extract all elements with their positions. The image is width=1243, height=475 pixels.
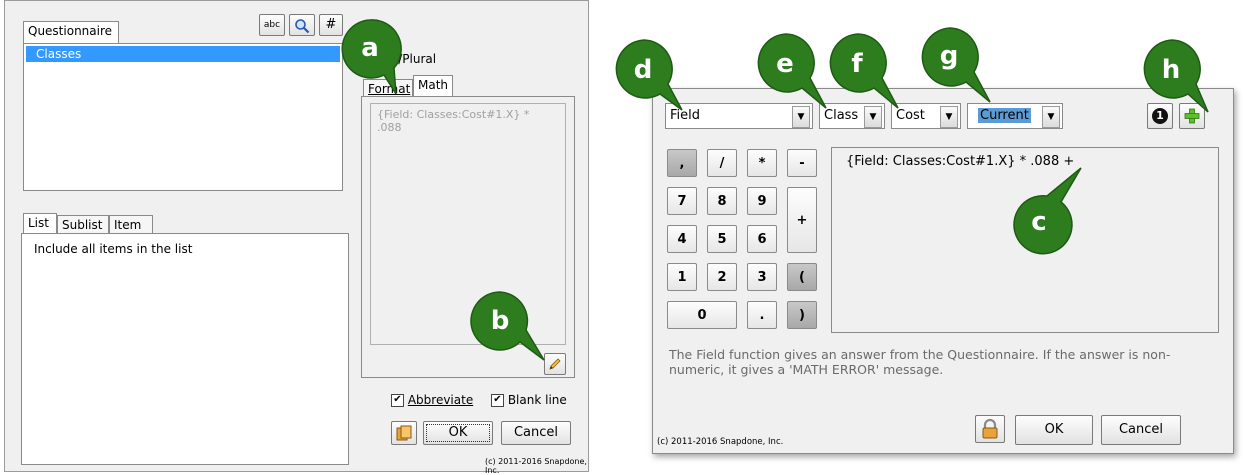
key-5[interactable]: 5 — [707, 225, 737, 253]
copy-button[interactable] — [391, 421, 417, 445]
svg-text:c: c — [1031, 207, 1046, 237]
key-close-paren[interactable]: ) — [787, 301, 817, 329]
help-text: The Field function gives an answer from … — [669, 347, 1171, 377]
key-2[interactable]: 2 — [707, 263, 737, 291]
key-minus[interactable]: - — [787, 149, 817, 177]
tab-label: Questionnaire — [28, 24, 113, 38]
svg-text:a: a — [361, 33, 379, 63]
blank-line-checkbox[interactable]: ✔ Blank line — [491, 393, 567, 409]
formula-text: {Field: Classes:Cost#1.X} * .088 — [377, 108, 530, 134]
callout-h: h — [1143, 39, 1209, 113]
spell-check-button[interactable]: abc — [259, 14, 285, 36]
checkbox-box: ✔ — [491, 394, 504, 407]
key-4[interactable]: 4 — [667, 225, 697, 253]
callout-e: e — [757, 33, 827, 109]
questionnaire-list[interactable]: Classes — [23, 43, 343, 191]
abbreviate-checkbox[interactable]: ✔ Abbreviate — [391, 393, 473, 409]
callout-g: g — [921, 27, 991, 103]
cancel-button[interactable]: Cancel — [1101, 415, 1181, 445]
key-plus[interactable]: + — [787, 187, 817, 253]
callout-c: c — [1013, 167, 1082, 255]
key-9[interactable]: 9 — [747, 187, 777, 215]
key-open-paren[interactable]: ( — [787, 263, 817, 291]
chevron-down-icon: ▼ — [1042, 106, 1060, 128]
ok-button[interactable]: OK — [423, 421, 493, 445]
tab-questionnaire[interactable]: Questionnaire — [23, 21, 119, 43]
tab-math[interactable]: Math — [413, 75, 453, 97]
svg-text:b: b — [491, 306, 510, 336]
lock-icon — [982, 418, 998, 439]
current-combo[interactable]: Current ▼ — [967, 103, 1063, 129]
tab-list[interactable]: List — [23, 213, 57, 235]
key-3[interactable]: 3 — [747, 263, 777, 291]
search-button[interactable] — [289, 14, 315, 36]
key-comma[interactable]: , — [667, 149, 697, 177]
key-7[interactable]: 7 — [667, 187, 697, 215]
tab-sublist[interactable]: Sublist — [57, 215, 109, 234]
list-options-panel: Include all items in the list — [21, 233, 349, 465]
list-item-classes[interactable]: Classes — [26, 46, 340, 62]
copy-icon — [396, 425, 412, 441]
lock-button[interactable] — [975, 415, 1005, 443]
svg-text:g: g — [940, 41, 959, 71]
ok-button[interactable]: OK — [1015, 415, 1093, 445]
svg-text:h: h — [1162, 55, 1181, 85]
callout-d: d — [615, 39, 683, 111]
cancel-button[interactable]: Cancel — [501, 421, 571, 445]
svg-text:d: d — [634, 55, 653, 85]
key-decimal[interactable]: . — [747, 301, 777, 329]
svg-text:e: e — [776, 49, 794, 79]
key-1[interactable]: 1 — [667, 263, 697, 291]
left-dialog: Questionnaire abc # Classes List Sublist… — [4, 0, 589, 475]
key-0[interactable]: 0 — [667, 301, 737, 329]
callout-a: a — [341, 19, 402, 95]
key-6[interactable]: 6 — [747, 225, 777, 253]
key-divide[interactable]: / — [707, 149, 737, 177]
svg-text:f: f — [851, 49, 863, 79]
callout-f: f — [829, 33, 899, 109]
key-8[interactable]: 8 — [707, 187, 737, 215]
copyright-text: (c) 2011-2016 Snapdone, Inc. — [657, 437, 784, 447]
chevron-down-icon: ▼ — [940, 106, 958, 128]
tab-item[interactable]: Item — [109, 215, 153, 234]
copyright-text: (c) 2011-2016 Snapdone, Inc. — [485, 457, 587, 475]
key-multiply[interactable]: * — [747, 149, 777, 177]
right-dialog: Field ▼ Class ▼ Cost ▼ Current ▼ 1 , / *… — [652, 88, 1234, 454]
search-icon — [295, 19, 310, 34]
keypad: , / * - 7 8 9 + 4 5 6 1 2 3 ( 0 . ) — [667, 145, 833, 331]
callout-b: b — [470, 291, 545, 361]
list-option-text: Include all items in the list — [34, 242, 193, 256]
checkbox-box: ✔ — [391, 394, 404, 407]
